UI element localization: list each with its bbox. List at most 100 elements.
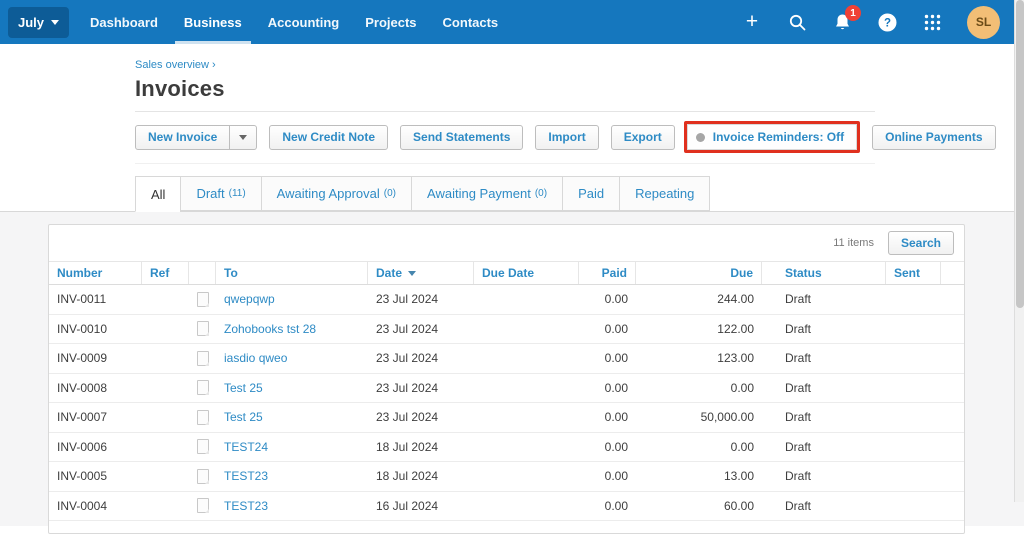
nav-item-contacts[interactable]: Contacts [430,0,512,44]
tab-paid[interactable]: Paid [562,176,620,211]
invoice-status: Draft [785,498,812,513]
invoice-due: 50,000.00 [700,410,754,425]
invoice-status: Draft [785,380,812,395]
nav-item-dashboard[interactable]: Dashboard [77,0,171,44]
tab-all[interactable]: All [135,176,181,212]
tab-draft[interactable]: Draft (11) [180,176,261,211]
invoice-ref [142,315,189,344]
import-button[interactable]: Import [535,124,599,150]
invoice-contact-link[interactable]: TEST23 [224,499,268,513]
nav-item-accounting[interactable]: Accounting [255,0,353,44]
invoice-sent [886,315,941,344]
invoice-contact-link[interactable]: TEST24 [224,440,268,454]
document-icon[interactable] [196,350,209,366]
invoice-paid: 0.00 [604,439,628,454]
document-icon[interactable] [196,498,209,514]
invoice-due: 244.00 [717,292,754,307]
breadcrumb-separator: › [212,59,216,71]
document-icon[interactable] [196,439,209,455]
invoice-paid: 0.00 [604,410,628,425]
column-header-sent[interactable]: Sent [886,262,941,284]
column-header-due-date[interactable]: Due Date [474,262,579,284]
table-row[interactable]: INV-0008 Test 25 23 Jul 2024 0.00 0.00 D… [49,374,964,403]
table-row[interactable]: INV-0005 TEST23 18 Jul 2024 0.00 13.00 D… [49,462,964,492]
divider [135,163,875,164]
invoice-due-date [474,315,579,344]
tab-awaiting-payment[interactable]: Awaiting Payment (0) [411,176,563,211]
column-header-attachment[interactable] [189,262,216,284]
invoice-date: 23 Jul 2024 [376,351,439,366]
invoice-contact-link[interactable]: qwepqwp [224,292,275,306]
document-icon[interactable] [196,380,209,396]
new-invoice-button[interactable]: New Invoice [135,124,231,150]
new-invoice-dropdown-button[interactable] [230,124,258,150]
column-header-date[interactable]: Date [368,262,474,284]
navbar-left: July Dashboard Business Accounting Proje… [8,0,511,44]
column-header-to[interactable]: To [216,262,368,284]
user-avatar[interactable]: SL [967,5,1000,39]
navbar-right: + 1 ? SL [742,5,1000,39]
column-header-paid[interactable]: Paid [579,262,636,284]
column-header-ref[interactable]: Ref [142,262,189,284]
online-payments-button[interactable]: Online Payments [872,124,996,150]
document-icon[interactable] [196,468,209,484]
new-credit-note-button[interactable]: New Credit Note [269,124,389,150]
table-row[interactable]: INV-0011 qwepqwp 23 Jul 2024 0.00 244.00… [49,285,964,315]
column-header-due[interactable]: Due [636,262,762,284]
invoice-due: 123.00 [717,351,754,366]
tab-repeating[interactable]: Repeating [619,176,711,211]
export-button[interactable]: Export [610,124,675,150]
invoice-number: INV-0011 [57,292,107,307]
table-row[interactable]: INV-0007 Test 25 23 Jul 2024 0.00 50,000… [49,403,964,433]
document-icon[interactable] [196,291,209,307]
invoice-status: Draft [785,469,812,484]
notifications-icon[interactable]: 1 [832,5,861,32]
invoice-due-date [474,285,579,314]
table-row[interactable]: INV-0006 TEST24 18 Jul 2024 0.00 0.00 Dr… [49,433,964,462]
breadcrumb[interactable]: Sales overview › [135,59,216,71]
page-scrollbar[interactable] [1014,0,1024,502]
invoice-paid: 0.00 [604,351,628,366]
invoice-ref [142,374,189,403]
column-header-status[interactable]: Status [762,262,886,284]
invoice-due-date [474,374,579,403]
help-icon[interactable]: ? [877,12,897,32]
invoice-paid: 0.00 [604,292,628,307]
invoice-ref [142,344,189,373]
invoice-number: INV-0010 [57,321,108,336]
invoice-date: 18 Jul 2024 [376,469,439,484]
plus-icon[interactable]: + [742,11,762,32]
invoice-contact-link[interactable]: iasdio qweo [224,351,287,365]
invoice-contact-link[interactable]: Test 25 [224,381,263,395]
invoice-date: 23 Jul 2024 [376,292,439,307]
invoice-contact-link[interactable]: Test 25 [224,410,263,424]
search-icon[interactable] [787,12,807,32]
invoice-number: INV-0009 [57,351,108,366]
send-statements-button[interactable]: Send Statements [400,124,524,150]
scrollbar-thumb[interactable] [1016,0,1024,308]
document-icon[interactable] [196,321,209,337]
invoice-contact-link[interactable]: Zohobooks tst 28 [224,322,316,336]
invoice-status: Draft [785,292,812,307]
table-row[interactable]: INV-0004 TEST23 16 Jul 2024 0.00 60.00 D… [49,492,964,521]
table-row[interactable]: INV-0009 iasdio qweo 23 Jul 2024 0.00 12… [49,344,964,374]
table-header: Number Ref To Date Due Date Paid Due Sta… [49,261,964,285]
invoice-reminders-button[interactable]: Invoice Reminders: Off [686,124,858,150]
invoice-due: 13.00 [723,469,754,484]
document-icon[interactable] [196,409,209,425]
nav-item-projects[interactable]: Projects [352,0,429,44]
nav-item-business[interactable]: Business [171,0,255,44]
apps-grid-icon[interactable] [922,12,942,32]
items-count: 11 items [833,237,874,249]
invoice-sent [886,462,941,491]
org-menu-button[interactable]: July [8,6,70,38]
chevron-down-icon [239,134,248,140]
status-dot-icon [695,132,705,142]
invoice-contact-link[interactable]: TEST23 [224,469,268,483]
invoices-table-card: 11 items Search Number Ref To Date Due D… [48,224,965,534]
search-button[interactable]: Search [887,231,954,255]
page-title: Invoices [135,76,225,101]
table-row[interactable]: INV-0010 Zohobooks tst 28 23 Jul 2024 0.… [49,315,964,344]
column-header-number[interactable]: Number [49,262,142,284]
tab-awaiting-approval[interactable]: Awaiting Approval (0) [260,176,412,211]
